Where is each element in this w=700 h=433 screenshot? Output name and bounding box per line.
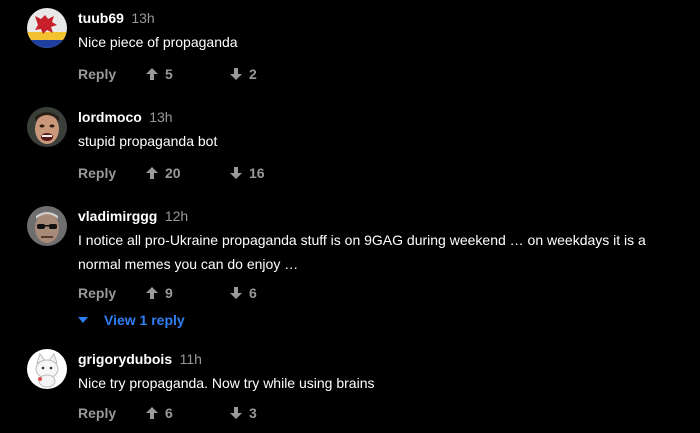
arrow-down-icon — [230, 287, 242, 299]
arrow-up-icon — [146, 407, 158, 419]
upvote-count: 9 — [165, 285, 173, 301]
cat-avatar-image — [27, 349, 67, 389]
comment-meta: tuub69 13h — [78, 8, 155, 28]
caret-down-icon — [78, 317, 88, 323]
reply-button[interactable]: Reply — [78, 163, 116, 183]
username[interactable]: tuub69 — [78, 10, 124, 26]
comment-meta: vladimirggg 12h — [78, 206, 188, 226]
sunglasses-face-avatar-image — [27, 206, 67, 246]
upvote-count: 5 — [165, 66, 173, 82]
view-replies-label: View 1 reply — [104, 312, 185, 328]
downvote-count: 3 — [249, 405, 257, 421]
upvote-button[interactable]: 5 — [145, 64, 173, 84]
arrow-up-icon — [146, 167, 158, 179]
timestamp: 13h — [149, 109, 173, 125]
arrow-down-icon — [230, 407, 242, 419]
username[interactable]: vladimirggg — [78, 208, 157, 224]
upvote-button[interactable]: 9 — [145, 283, 173, 303]
comment-meta: grigorydubois 11h — [78, 349, 202, 369]
reply-button[interactable]: Reply — [78, 64, 116, 84]
face-avatar-image — [27, 107, 67, 147]
comment-text: Nice try propaganda. Now try while using… — [78, 375, 375, 391]
view-replies-button[interactable]: View 1 reply — [78, 310, 185, 330]
comment-text: Nice piece of propaganda — [78, 34, 238, 50]
reply-button[interactable]: Reply — [78, 283, 116, 303]
comment-text: stupid propaganda bot — [78, 133, 218, 149]
downvote-button[interactable]: 16 — [229, 163, 265, 183]
upvote-count: 6 — [165, 405, 173, 421]
arrow-down-icon — [230, 68, 242, 80]
avatar[interactable] — [27, 107, 67, 147]
downvote-button[interactable]: 3 — [229, 403, 257, 423]
arrow-up-icon — [146, 68, 158, 80]
arrow-up-icon — [146, 287, 158, 299]
comment-thread: tuub69 13h Nice piece of propaganda Repl… — [0, 0, 700, 433]
downvote-count: 6 — [249, 285, 257, 301]
upvote-button[interactable]: 20 — [145, 163, 181, 183]
avatar[interactable] — [27, 8, 67, 48]
timestamp: 13h — [131, 10, 155, 26]
username[interactable]: lordmoco — [78, 109, 142, 125]
avatar[interactable] — [27, 206, 67, 246]
upvote-button[interactable]: 6 — [145, 403, 173, 423]
comment-meta: lordmoco 13h — [78, 107, 173, 127]
arrow-down-icon — [230, 167, 242, 179]
downvote-button[interactable]: 2 — [229, 64, 257, 84]
flag-avatar-image — [27, 8, 67, 48]
downvote-count: 16 — [249, 165, 265, 181]
downvote-button[interactable]: 6 — [229, 283, 257, 303]
reply-button[interactable]: Reply — [78, 403, 116, 423]
comment-text: I notice all pro-Ukraine propaganda stuf… — [78, 232, 646, 272]
username[interactable]: grigorydubois — [78, 351, 172, 367]
downvote-count: 2 — [249, 66, 257, 82]
upvote-count: 20 — [165, 165, 181, 181]
timestamp: 12h — [164, 208, 189, 224]
timestamp: 11h — [179, 351, 202, 367]
avatar[interactable] — [27, 349, 67, 389]
